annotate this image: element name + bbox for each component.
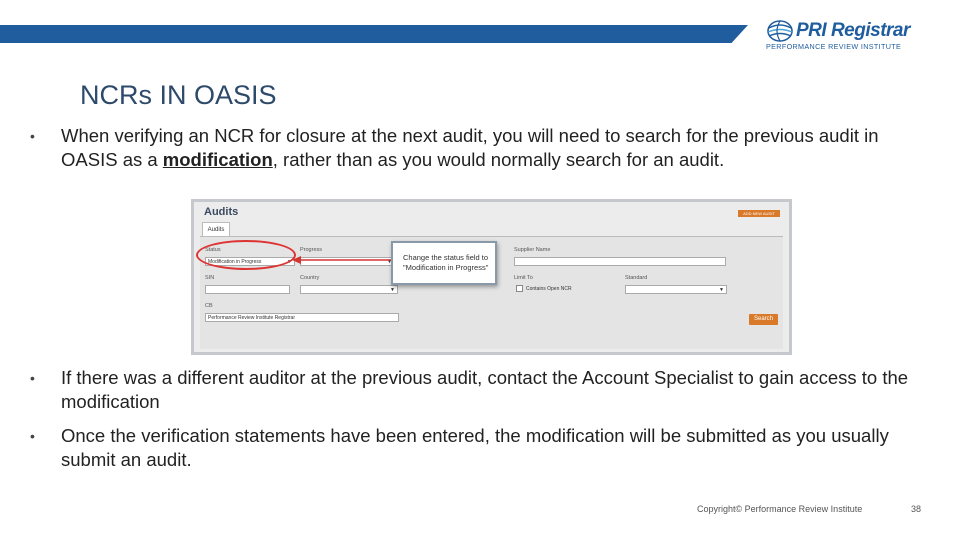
pri-registrar-logo: PRI Registrar PERFORMANCE REVIEW INSTITU… [766, 18, 934, 54]
progress-label: Progress [300, 247, 323, 253]
audits-title: Audits [204, 206, 239, 218]
chevron-down-icon: ▼ [390, 287, 395, 293]
standard-label: Standard [625, 275, 648, 281]
page-number: 38 [911, 504, 922, 514]
sin-label: SIN [205, 275, 215, 281]
country-label: Country [300, 275, 320, 281]
slide-title: NCRs IN OASIS [80, 80, 277, 110]
add-new-audit-button[interactable]: ADD NEW AUDIT [738, 210, 780, 217]
supplier-name-label: Supplier Name [514, 247, 551, 253]
chevron-down-icon: ▼ [719, 287, 724, 293]
bullet-modification-search: • When verifying an NCR for closure at t… [30, 124, 910, 196]
standard-select[interactable]: ▼ [625, 285, 727, 294]
bullet-contact-specialist: • If there was a different auditor at th… [30, 366, 910, 414]
bullet-text: If there was a different auditor at the … [61, 367, 909, 412]
logo-subtitle: PERFORMANCE REVIEW INSTITUTE [766, 42, 902, 51]
tab-audits[interactable]: Audits [202, 222, 230, 237]
bullet-text-part-b: , rather than as you would normally sear… [272, 149, 725, 170]
bullet-dot: • [30, 370, 35, 386]
status-callout: Change the status field to "Modification… [391, 241, 497, 285]
callout-line-1: Change the status field to [403, 253, 489, 262]
bullet-dot: • [30, 428, 35, 444]
header-bar [0, 25, 748, 43]
status-highlight-circle [196, 240, 296, 270]
cb-value: Performance Review Institute Registrar [208, 315, 295, 321]
sin-input[interactable] [205, 285, 290, 294]
supplier-name-input[interactable] [514, 257, 726, 266]
limit-to-label: Limit To [514, 275, 533, 281]
limit-to-checkbox[interactable]: Contains Open NCR [514, 285, 616, 294]
bullet-submit-modification: • Once the verification statements have … [30, 424, 910, 472]
modification-emphasis: modification [162, 149, 273, 170]
arrow-left-icon [292, 256, 396, 264]
checkbox-icon [516, 285, 523, 293]
country-select[interactable]: ▼ [300, 285, 398, 294]
bullet-text: Once the verification statements have be… [61, 425, 889, 470]
cb-input[interactable]: Performance Review Institute Registrar [205, 313, 399, 322]
logo-name: PRI Registrar [796, 20, 910, 41]
bullet-dot: • [30, 128, 35, 144]
search-button[interactable]: Search [749, 314, 778, 325]
callout-line-2: "Modification in Progress" [403, 263, 489, 272]
cb-label: CB [205, 303, 213, 309]
bullet-text: When verifying an NCR for closure at the… [61, 124, 911, 172]
limit-to-value: Contains Open NCR [526, 286, 572, 292]
copyright-footer: Copyright© Performance Review Institute [697, 504, 863, 514]
